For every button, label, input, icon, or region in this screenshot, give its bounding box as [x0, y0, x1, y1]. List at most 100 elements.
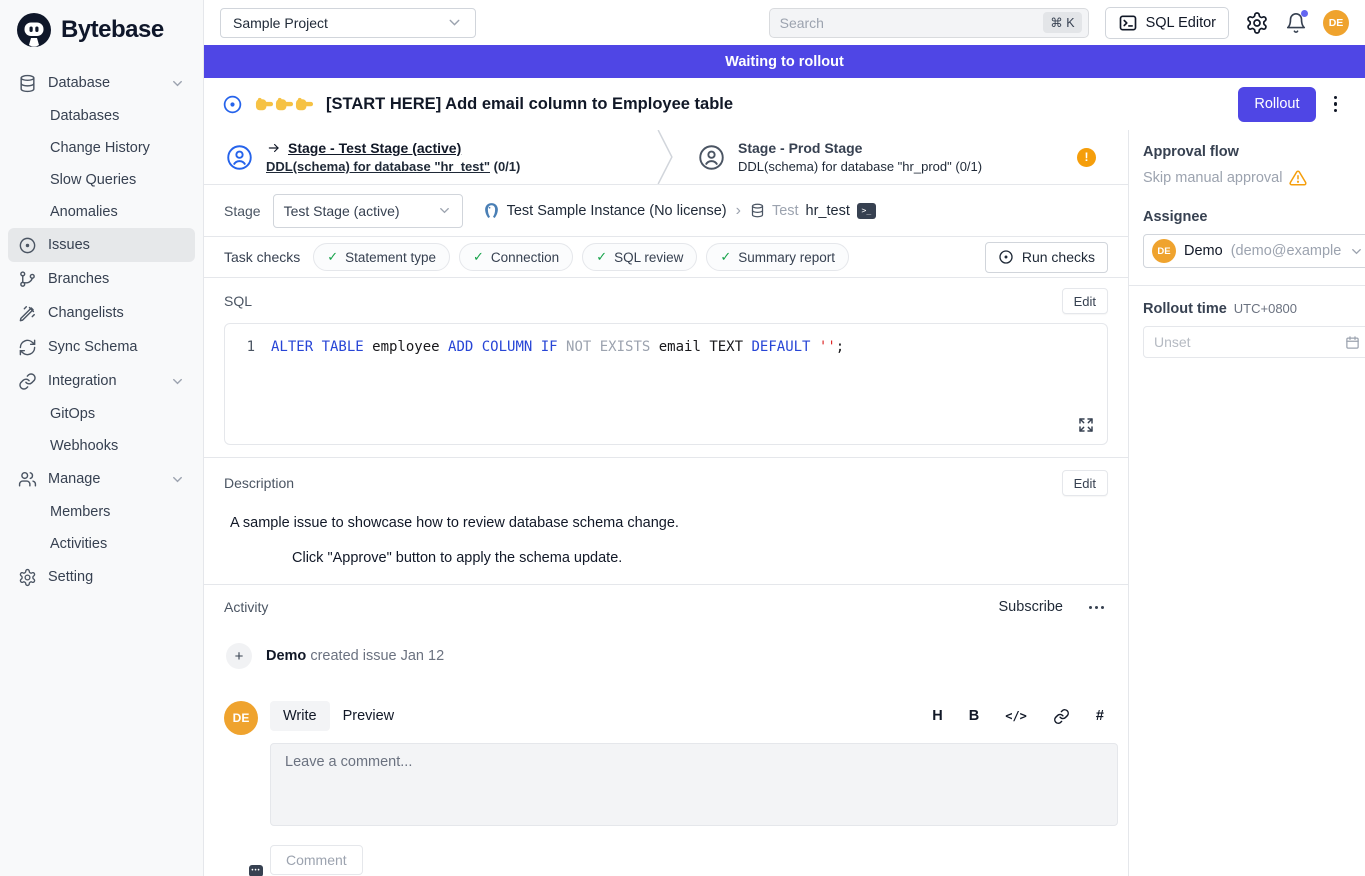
sql-edit-button[interactable]: Edit: [1062, 288, 1108, 314]
check-pill-sql-review[interactable]: ✓SQL review: [582, 243, 697, 271]
gear-icon: [18, 568, 37, 587]
sidebar-item-change-history[interactable]: Change History: [8, 132, 195, 164]
rollout-button[interactable]: Rollout: [1238, 87, 1315, 122]
attention-warning-badge: !: [1077, 148, 1096, 167]
bytebase-logo-icon: [16, 12, 52, 48]
comment-submit-button[interactable]: Comment: [270, 845, 363, 875]
panel-divider: [1129, 285, 1365, 286]
stage-label: Stage: [224, 203, 261, 219]
check-pass-icon: ✓: [473, 249, 484, 265]
chevron-down-icon: [446, 14, 463, 31]
sidebar-item-manage[interactable]: Manage: [8, 462, 195, 496]
sidebar-item-sync-schema[interactable]: Sync Schema: [8, 330, 195, 364]
issue-status-icon: [222, 94, 243, 115]
sql-statement: ALTER TABLE employee ADD COLUMN IF NOT E…: [271, 337, 844, 357]
bytebase-logo[interactable]: Bytebase: [0, 0, 203, 60]
sidebar-item-branches[interactable]: Branches: [8, 262, 195, 296]
comment-input[interactable]: [270, 743, 1118, 826]
check-pill-summary-report[interactable]: ✓Summary report: [706, 243, 849, 271]
sidebar-item-databases[interactable]: Databases: [8, 100, 195, 132]
stage-task-detail: DDL(schema) for database "hr_prod": [738, 159, 952, 174]
project-selector[interactable]: Sample Project: [220, 8, 476, 38]
notifications-bell[interactable]: [1285, 12, 1307, 34]
assignee-name: Demo: [1184, 243, 1223, 259]
sidebar-item-changelists[interactable]: Changelists: [8, 296, 195, 330]
brand-name: Bytebase: [61, 16, 164, 44]
stage-person-icon: [698, 144, 725, 171]
point-right-emoji-icon: [255, 95, 274, 114]
assignee-label: Assignee: [1143, 209, 1365, 225]
user-avatar[interactable]: DE: [1323, 10, 1349, 36]
database-icon: [750, 203, 765, 218]
sidebar-item-setting[interactable]: Setting: [8, 560, 195, 594]
subscribe-button[interactable]: Subscribe: [999, 599, 1063, 615]
sidebar-item-anomalies[interactable]: Anomalies: [8, 196, 195, 228]
issue-title-row: [START HERE] Add email column to Employe…: [204, 78, 1365, 130]
bytebase-app: Bytebase Database Databases Change Histo…: [0, 0, 1365, 876]
link-format-icon[interactable]: [1053, 708, 1070, 725]
stage-task-count: (0/1): [494, 159, 521, 174]
topbar-actions: ⌘ K SQL Editor DE: [769, 7, 1349, 39]
sidebar-item-database[interactable]: Database: [8, 66, 195, 100]
issue-title: [START HERE] Add email column to Employe…: [326, 95, 733, 114]
description-line: Click "Approve" button to apply the sche…: [292, 550, 1108, 566]
topbar: Sample Project ⌘ K SQL Editor DE: [204, 0, 1365, 45]
stage-card-test[interactable]: Stage - Test Stage (active) DDL(schema) …: [204, 130, 656, 184]
rollout-time-picker[interactable]: [1143, 326, 1365, 358]
sidebar-item-slow-queries[interactable]: Slow Queries: [8, 164, 195, 196]
issue-menu-kebab[interactable]: [1328, 90, 1344, 119]
assignee-email: (demo@example: [1231, 243, 1342, 259]
stage-task-count: (0/1): [955, 159, 982, 174]
sidebar-item-issues[interactable]: Issues: [8, 228, 195, 262]
code-format-icon[interactable]: </>: [1005, 709, 1027, 723]
issue-side-panel: Approval flow Skip manual approval Assig…: [1128, 130, 1365, 876]
sidebar-item-members[interactable]: Members: [8, 496, 195, 528]
point-right-emoji-icon: [275, 95, 294, 114]
sidebar-item-gitops[interactable]: GitOps: [8, 398, 195, 430]
chevron-down-icon: [170, 472, 185, 487]
chevron-down-icon: [437, 203, 452, 218]
hash-format-icon[interactable]: #: [1096, 708, 1104, 724]
sidebar-item-webhooks[interactable]: Webhooks: [8, 430, 195, 462]
sidebar-item-activities[interactable]: Activities: [8, 528, 195, 560]
check-pill-statement-type[interactable]: ✓Statement type: [313, 243, 450, 271]
activity-menu-ellipsis[interactable]: [1085, 602, 1108, 613]
tab-preview[interactable]: Preview: [330, 701, 408, 731]
stage-select-dropdown[interactable]: Test Stage (active): [273, 194, 463, 228]
stage-selector-row: Stage Test Stage (active) Test Sample In…: [204, 185, 1128, 237]
breadcrumb-separator: ›: [734, 202, 743, 220]
content-row: Stage - Test Stage (active) DDL(schema) …: [204, 130, 1365, 876]
settings-gear-icon[interactable]: [1245, 11, 1269, 35]
chevron-down-icon: [1349, 244, 1364, 259]
postgres-icon: [483, 202, 500, 219]
sql-code-editor[interactable]: 1 ALTER TABLE employee ADD COLUMN IF NOT…: [224, 323, 1108, 445]
search-shortcut-badge: ⌘ K: [1043, 12, 1081, 33]
open-sql-editor-badge-icon[interactable]: >_: [857, 203, 876, 219]
description-section-title: Description: [224, 475, 294, 491]
stage-card-prod[interactable]: Stage - Prod Stage DDL(schema) for datab…: [676, 130, 1128, 184]
stage-name: Stage - Prod Stage: [738, 140, 862, 156]
rollout-time-input[interactable]: [1154, 334, 1345, 350]
pencil-ruler-icon: [18, 304, 37, 323]
search-box[interactable]: ⌘ K: [769, 8, 1089, 38]
stage-name: Stage - Test Stage (active): [288, 140, 461, 156]
chevron-down-icon: [170, 374, 185, 389]
instance-name[interactable]: Test Sample Instance (No license): [507, 203, 727, 219]
run-checks-button[interactable]: Run checks: [985, 242, 1108, 273]
chevron-down-icon: [170, 76, 185, 91]
database-name[interactable]: hr_test: [806, 203, 850, 219]
description-edit-button[interactable]: Edit: [1062, 470, 1108, 496]
current-stage-arrow-icon: [266, 141, 282, 155]
sidebar-item-integration[interactable]: Integration: [8, 364, 195, 398]
heading-format-icon[interactable]: H: [932, 708, 942, 724]
tab-write[interactable]: Write: [270, 701, 330, 731]
check-pill-connection[interactable]: ✓Connection: [459, 243, 573, 271]
sql-editor-button[interactable]: SQL Editor: [1105, 7, 1229, 39]
bold-format-icon[interactable]: B: [969, 708, 979, 724]
expand-editor-icon[interactable]: [1078, 417, 1094, 433]
assignee-dropdown[interactable]: DE Demo (demo@example: [1143, 234, 1365, 268]
event-text: created issue Jan 12: [310, 648, 444, 664]
description-line: A sample issue to showcase how to review…: [230, 515, 1108, 531]
rollout-time-label: Rollout time: [1143, 301, 1227, 317]
search-input[interactable]: [780, 15, 1044, 31]
